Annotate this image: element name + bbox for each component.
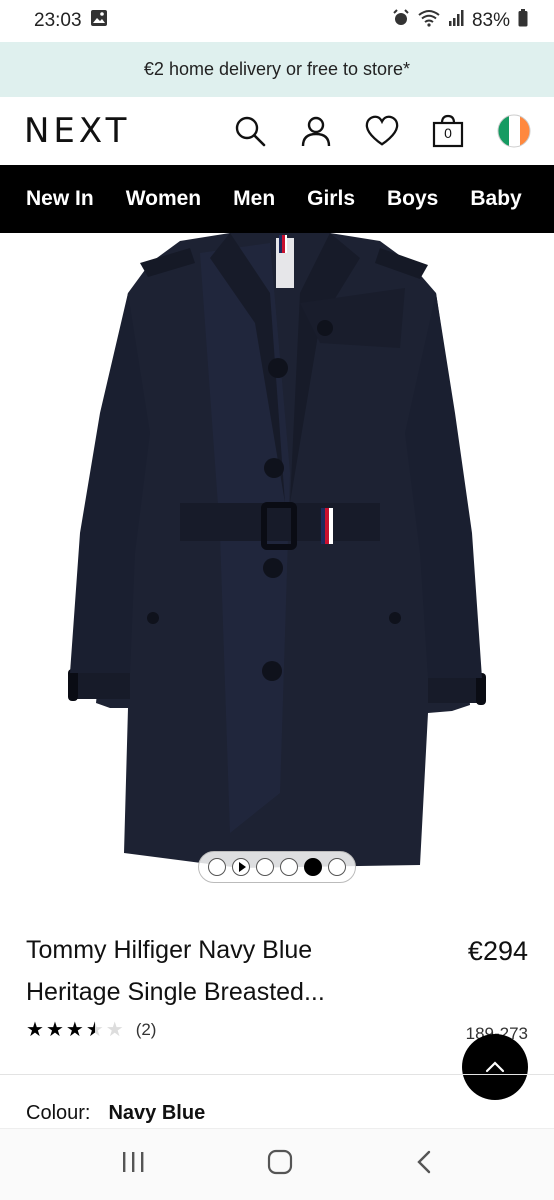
ireland-flag-icon[interactable] (496, 113, 532, 149)
nav-item-boys[interactable]: Boys (387, 187, 438, 211)
nav-item-men[interactable]: Men (233, 187, 275, 211)
home-icon[interactable] (267, 1149, 293, 1180)
trench-coat-illustration (68, 233, 486, 868)
status-right: 83% (392, 9, 528, 33)
account-icon[interactable] (298, 113, 334, 149)
battery-percent: 83% (471, 10, 510, 31)
back-icon[interactable] (414, 1149, 434, 1180)
carousel-dot[interactable] (208, 858, 226, 876)
android-nav-bar (0, 1128, 554, 1200)
section-divider (0, 1074, 554, 1075)
colour-value: Navy Blue (108, 1102, 206, 1124)
nav-item-women[interactable]: Women (126, 187, 201, 211)
image-carousel-dots (198, 851, 356, 883)
search-icon[interactable] (232, 113, 268, 149)
nav-item-girls[interactable]: Girls (307, 187, 355, 211)
product-title-line-2: Heritage Single Breasted... (26, 978, 325, 1006)
nav-item-new-in[interactable]: New In (26, 187, 94, 211)
favourites-heart-icon[interactable] (364, 113, 400, 149)
site-header: NEXT 0 (0, 97, 554, 165)
carousel-dot[interactable] (328, 858, 346, 876)
alarm-icon (392, 9, 410, 33)
empty-star-icon: ★ (105, 1019, 124, 1041)
product-price: €294 (467, 936, 528, 966)
promo-text: €2 home delivery or free to store* (143, 59, 411, 79)
half-star-icon: ★ (85, 1019, 104, 1041)
chevron-up-icon (485, 1061, 505, 1073)
status-bar: 23:03 83% (0, 0, 554, 42)
bag-count-badge: 0 (444, 125, 452, 141)
next-logo[interactable]: NEXT (24, 111, 232, 151)
signal-icon (448, 9, 464, 33)
category-nav: New In Women Men Girls Boys Baby (0, 165, 554, 233)
shopping-bag-icon[interactable]: 0 (430, 113, 466, 149)
carousel-dot[interactable] (280, 858, 298, 876)
wifi-icon (418, 9, 440, 33)
battery-icon (518, 9, 528, 33)
product-image[interactable] (0, 233, 554, 905)
status-time: 23:03 (34, 10, 82, 31)
recent-apps-icon[interactable] (120, 1150, 146, 1179)
product-title-line-1: Tommy Hilfiger Navy Blue (26, 936, 313, 964)
star-rating[interactable]: ★ ★ ★ ★ ★ (2) (26, 1020, 156, 1040)
status-left: 23:03 (34, 9, 108, 33)
gallery-notification-icon (90, 9, 108, 33)
carousel-dot-video[interactable] (232, 858, 250, 876)
star-icon: ★ (26, 1019, 44, 1041)
carousel-dot-active[interactable] (304, 858, 322, 876)
colour-label: Colour: (26, 1102, 91, 1124)
review-count[interactable]: (2) (136, 1020, 157, 1040)
colour-row: Colour: Navy Blue (26, 1102, 205, 1125)
star-icon: ★ (45, 1019, 64, 1041)
delivery-promo-banner[interactable]: €2 home delivery or free to store* (0, 42, 554, 97)
star-icon: ★ (65, 1019, 84, 1041)
header-icons: 0 (232, 113, 532, 149)
nav-item-baby[interactable]: Baby (470, 187, 521, 211)
scroll-to-top-button[interactable] (462, 1034, 528, 1100)
carousel-dot[interactable] (256, 858, 274, 876)
